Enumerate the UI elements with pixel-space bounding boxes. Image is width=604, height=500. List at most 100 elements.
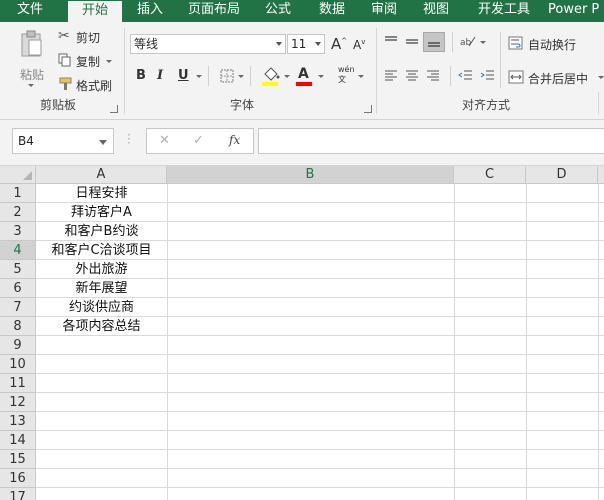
increase-indent-icon[interactable] [480,70,495,82]
table-row [36,450,604,469]
table-row [36,412,604,431]
column-header-e[interactable] [598,166,604,184]
increase-font-size-icon[interactable]: A^ [331,35,347,53]
row-header[interactable]: 13 [0,412,36,431]
cut-button[interactable]: ✂ 剪切 [58,28,108,46]
formula-buttons: ✕ ✓ fx [146,128,254,154]
cell-a1[interactable]: 日程安排 [36,184,167,203]
select-all-button[interactable] [0,166,36,184]
paste-label: 粘贴 [20,68,45,82]
row-header[interactable]: 2 [0,203,36,222]
tab-view[interactable]: 视图 [414,0,458,22]
phonetic-icon: wén 文 [338,65,355,84]
tab-data[interactable]: 数据 [310,0,354,22]
row-header[interactable]: 3 [0,222,36,241]
cell-a2[interactable]: 拜访客户A [36,203,167,222]
bottom-align-button[interactable] [423,32,445,52]
name-box[interactable]: B4 [12,128,114,154]
fill-color-button[interactable] [262,66,292,88]
decrease-indent-icon[interactable] [458,70,473,82]
bottom-align-icon [428,42,440,47]
bold-button[interactable]: B [136,68,146,83]
enter-icon[interactable]: ✓ [193,133,204,148]
column-header-a[interactable]: A [36,166,167,184]
tab-developer[interactable]: 开发工具 [470,0,538,22]
orientation-dropdown-icon[interactable] [480,41,486,44]
cell-a6[interactable]: 新年展望 [36,279,167,298]
decrease-font-size-icon[interactable]: Av [353,38,365,52]
phonetic-button[interactable]: wén 文 [336,65,366,88]
row-header[interactable]: 15 [0,450,36,469]
tab-power-pivot[interactable]: Power P [548,0,604,22]
row-header[interactable]: 5 [0,260,36,279]
fill-color-dropdown-icon [284,75,290,78]
row-header[interactable]: 16 [0,469,36,488]
font-name-select[interactable]: 等线 [130,34,286,54]
top-align-icon[interactable] [384,36,398,48]
underline-button[interactable]: U [178,68,189,83]
row-header[interactable]: 1 [0,184,36,203]
borders-dropdown-icon[interactable] [238,75,244,78]
cell-a4[interactable]: 和客户C洽谈项目 [36,241,167,260]
svg-text:ab: ab [460,38,472,48]
formula-bar: B4 · · · ✕ ✓ fx [0,120,604,166]
fill-color-swatch [262,82,278,86]
tab-home[interactable]: 开始 [68,0,122,22]
italic-button[interactable]: I [157,68,163,83]
cell-a7[interactable]: 约谈供应商 [36,298,167,317]
row-header[interactable]: 6 [0,279,36,298]
copy-button[interactable]: 复制 [58,52,116,70]
middle-align-icon[interactable] [405,36,419,48]
wrap-text-button[interactable]: 自动换行 [508,34,598,52]
divider [500,32,501,88]
align-left-icon[interactable] [384,70,398,82]
worksheet-grid[interactable]: A B C D 1 日程安排 2 拜访客户A 3 和客户B约谈 4 和客户C洽谈项目 5 外出旅游… [0,166,604,500]
row-header[interactable]: 8 [0,317,36,336]
formula-input[interactable] [258,128,604,154]
font-size-select[interactable]: 11 [287,34,325,54]
borders-icon[interactable] [220,69,234,83]
scissors-icon: ✂ [58,28,70,44]
font-color-button[interactable]: A [296,66,326,88]
column-header-d[interactable]: D [526,166,598,184]
group-divider [124,28,125,114]
align-center-icon[interactable] [405,70,419,82]
font-launcher-icon[interactable] [364,105,372,113]
row-header[interactable]: 12 [0,393,36,412]
tab-formulas[interactable]: 公式 [256,0,300,22]
font-group-label: 字体 [230,98,255,112]
tab-insert[interactable]: 插入 [128,0,172,22]
row-header[interactable]: 9 [0,336,36,355]
table-row [36,374,604,393]
divider [450,66,451,86]
cut-label: 剪切 [76,31,101,45]
row-header[interactable]: 11 [0,374,36,393]
column-header-b[interactable]: B [167,166,454,184]
clipboard-launcher-icon[interactable] [110,105,118,113]
row-header[interactable]: 7 [0,298,36,317]
column-header-c[interactable]: C [454,166,526,184]
orientation-icon[interactable]: ab [460,34,476,48]
insert-function-icon[interactable]: fx [229,133,240,147]
tab-review[interactable]: 审阅 [362,0,406,22]
wrap-text-label: 自动换行 [528,38,577,52]
format-painter-button[interactable]: 格式刷 [58,76,116,94]
tab-file[interactable]: 文件 [8,0,52,22]
cancel-icon[interactable]: ✕ [159,133,170,148]
row-header[interactable]: 10 [0,355,36,374]
row-header[interactable]: 17 [0,488,36,500]
row-header[interactable]: 4 [0,241,36,260]
merge-center-button[interactable]: 合并后居中 [508,68,604,86]
tab-page-layout[interactable]: 页面布局 [180,0,248,22]
align-right-icon[interactable] [426,70,440,82]
font-color-dropdown-icon [318,75,324,78]
underline-dropdown-icon[interactable] [196,75,202,78]
clipboard-group-label: 剪贴板 [40,98,77,112]
paste-button[interactable]: 粘贴 [14,28,50,88]
cell-a3[interactable]: 和客户B约谈 [36,222,167,241]
splitter-handle-icon[interactable]: · · · [127,129,131,149]
row-header[interactable]: 14 [0,431,36,450]
table-row [36,431,604,450]
cell-a5[interactable]: 外出旅游 [36,260,167,279]
cell-a8[interactable]: 各项内容总结 [36,317,167,336]
